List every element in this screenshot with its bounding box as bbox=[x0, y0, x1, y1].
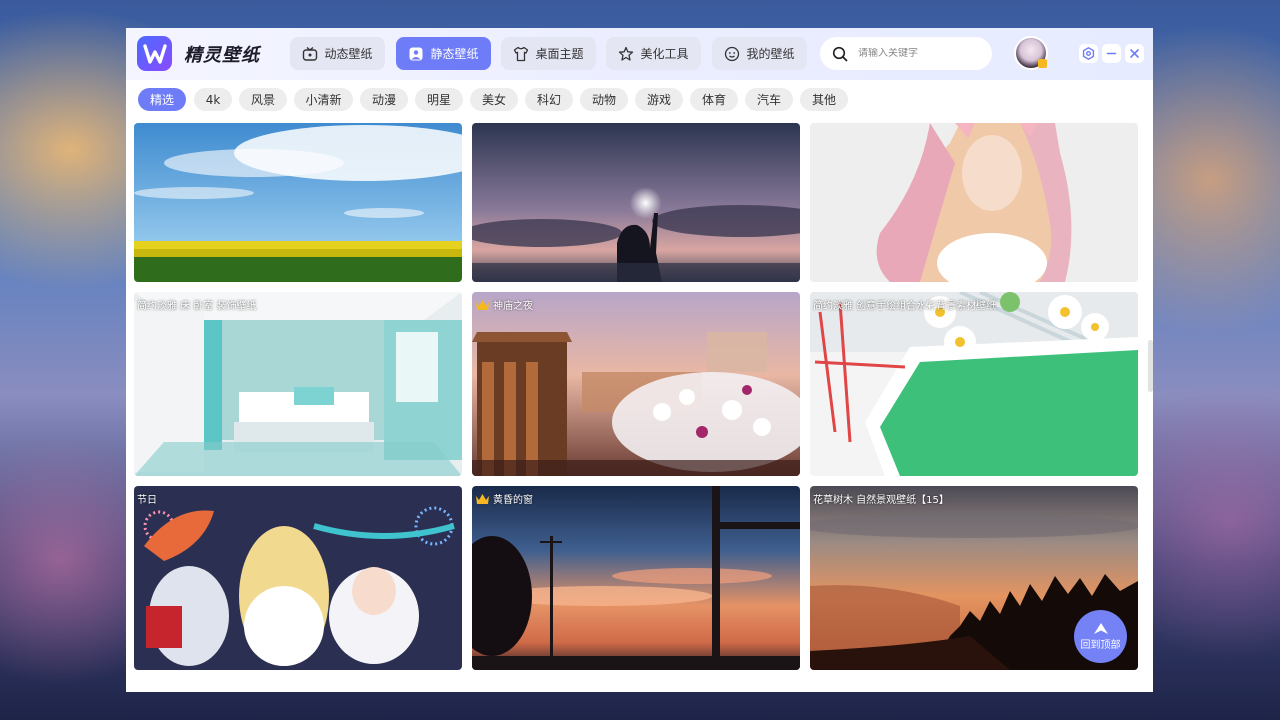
wallpaper-image bbox=[472, 292, 800, 476]
image-icon bbox=[409, 47, 423, 60]
wallpaper-card[interactable]: 节日 bbox=[134, 486, 462, 670]
wallpaper-card[interactable]: 黄昏的窗 bbox=[472, 486, 800, 670]
wallpaper-card[interactable] bbox=[134, 123, 462, 282]
category-chip-sports[interactable]: 体育 bbox=[690, 88, 738, 111]
tools-icon bbox=[619, 46, 634, 61]
settings-button[interactable] bbox=[1079, 44, 1098, 63]
wallpaper-card[interactable]: 简约淡雅 创意手绘组合水彩背景素材壁纸 bbox=[810, 292, 1138, 476]
wallpaper-title: 神庙之夜 bbox=[475, 297, 533, 312]
wallpaper-image bbox=[472, 123, 800, 282]
category-chip-game[interactable]: 游戏 bbox=[635, 88, 683, 111]
category-chip-landscape[interactable]: 风景 bbox=[239, 88, 287, 111]
category-bar: 精选 4k 风景 小清新 动漫 明星 美女 科幻 动物 游戏 体育 汽车 其他 bbox=[126, 80, 1153, 122]
category-chip-animal[interactable]: 动物 bbox=[580, 88, 628, 111]
wallpaper-image bbox=[134, 486, 462, 670]
crown-icon bbox=[476, 493, 489, 504]
smile-icon bbox=[725, 46, 740, 61]
back-to-top-button[interactable]: 回到顶部 bbox=[1074, 610, 1127, 663]
wallpaper-title: 简约淡雅 床 卧室 装饰壁纸 bbox=[137, 301, 257, 312]
search-box[interactable] bbox=[820, 37, 992, 70]
wallpaper-image bbox=[472, 486, 800, 670]
wallpaper-image bbox=[134, 123, 462, 282]
wallpaper-grid: 简约淡雅 床 卧室 装饰壁纸 神庙之夜 简约淡雅 创意手绘组合水彩背景素材壁纸 … bbox=[126, 123, 1153, 692]
close-button[interactable] bbox=[1125, 44, 1144, 63]
wallpaper-title: 花草树木 自然景观壁纸【15】 bbox=[813, 495, 949, 506]
nav-my-wallpaper[interactable]: 我的壁纸 bbox=[712, 37, 807, 70]
wallpaper-title: 简约淡雅 创意手绘组合水彩背景素材壁纸 bbox=[813, 301, 997, 312]
category-chip-featured[interactable]: 精选 bbox=[138, 88, 186, 111]
arrow-up-icon bbox=[1093, 623, 1108, 634]
search-input[interactable] bbox=[858, 48, 968, 59]
category-chip-car[interactable]: 汽车 bbox=[745, 88, 793, 111]
crown-icon bbox=[476, 299, 489, 310]
app-logo-icon bbox=[137, 36, 172, 71]
wallpaper-card[interactable]: 神庙之夜 bbox=[472, 292, 800, 476]
nav-dynamic-wallpaper[interactable]: 动态壁纸 bbox=[290, 37, 385, 70]
tv-icon bbox=[303, 46, 318, 61]
wallpaper-card[interactable]: 简约淡雅 床 卧室 装饰壁纸 bbox=[134, 292, 462, 476]
settings-icon bbox=[1082, 47, 1095, 60]
scrollbar-thumb[interactable] bbox=[1148, 340, 1153, 392]
back-to-top-label: 回到顶部 bbox=[1080, 640, 1121, 651]
minimize-button[interactable] bbox=[1102, 44, 1121, 63]
wallpaper-image bbox=[134, 292, 462, 476]
shirt-icon bbox=[514, 46, 529, 61]
category-chip-star[interactable]: 明星 bbox=[415, 88, 463, 111]
wallpaper-title: 黄昏的窗 bbox=[475, 491, 533, 506]
nav-label: 我的壁纸 bbox=[746, 47, 795, 61]
app-window: 精灵壁纸 动态壁纸 静态壁纸 桌面主题 美化工具 我的壁纸 请输入关键字 精选 … bbox=[126, 28, 1153, 692]
category-chip-other[interactable]: 其他 bbox=[800, 88, 848, 111]
category-chip-fresh[interactable]: 小清新 bbox=[294, 88, 353, 111]
category-chip-beauty[interactable]: 美女 bbox=[470, 88, 518, 111]
close-icon bbox=[1130, 49, 1139, 58]
app-title: 精灵壁纸 bbox=[184, 45, 260, 66]
category-chip-scifi[interactable]: 科幻 bbox=[525, 88, 573, 111]
nav-label: 动态壁纸 bbox=[324, 47, 373, 61]
nav-label: 桌面主题 bbox=[535, 47, 584, 61]
top-bar: 精灵壁纸 动态壁纸 静态壁纸 桌面主题 美化工具 我的壁纸 bbox=[126, 28, 1153, 80]
wallpaper-image bbox=[810, 292, 1138, 476]
nav-beautify-tools[interactable]: 美化工具 bbox=[606, 37, 701, 70]
nav-label: 美化工具 bbox=[640, 47, 689, 61]
nav-label: 静态壁纸 bbox=[430, 47, 479, 61]
vip-badge-icon bbox=[1038, 59, 1047, 68]
search-icon bbox=[832, 46, 848, 61]
category-chip-4k[interactable]: 4k bbox=[194, 88, 232, 111]
nav-static-wallpaper[interactable]: 静态壁纸 bbox=[396, 37, 491, 70]
wallpaper-title: 节日 bbox=[137, 495, 157, 506]
wallpaper-card[interactable] bbox=[810, 123, 1138, 282]
wallpaper-image bbox=[810, 123, 1138, 282]
category-chip-anime[interactable]: 动漫 bbox=[360, 88, 408, 111]
nav-desktop-theme[interactable]: 桌面主题 bbox=[501, 37, 596, 70]
wallpaper-card[interactable] bbox=[472, 123, 800, 282]
minimize-icon bbox=[1106, 52, 1117, 55]
